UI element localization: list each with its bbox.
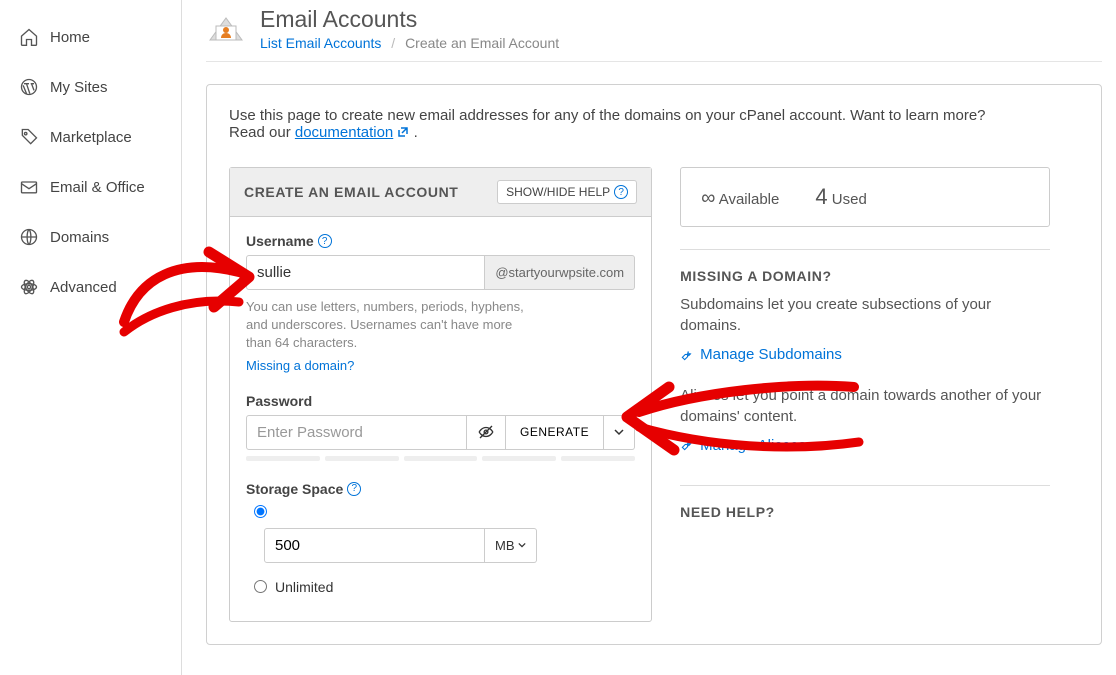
caret-down-icon <box>614 427 624 437</box>
alias-help: Aliases let you point a domain towards a… <box>680 385 1050 427</box>
manage-subdomains-label: Manage Subdomains <box>700 346 842 363</box>
sidebar-item-marketplace[interactable]: Marketplace <box>0 112 181 162</box>
breadcrumb-list-link[interactable]: List Email Accounts <box>260 35 381 51</box>
breadcrumb-current: Create an Email Account <box>405 35 559 51</box>
intro-post: . <box>409 124 417 141</box>
storage-fixed-radio[interactable] <box>254 505 267 518</box>
sidebar-item-label: My Sites <box>50 79 108 96</box>
sidebar-item-home[interactable]: Home <box>0 12 181 62</box>
panel: Use this page to create new email addres… <box>206 84 1102 645</box>
sidebar-item-label: Advanced <box>50 279 117 296</box>
mail-icon <box>18 176 40 198</box>
generate-dropdown-button[interactable] <box>604 415 635 450</box>
page-title: Email Accounts <box>260 6 559 33</box>
manage-subdomains-link[interactable]: Manage Subdomains <box>680 346 842 363</box>
password-strength <box>246 456 635 461</box>
help-icon[interactable]: ? <box>318 234 332 248</box>
sidebar: Home My Sites Marketplace Email & Office… <box>0 0 182 675</box>
domain-addon[interactable]: @startyourwpsite.com <box>485 255 635 290</box>
used-label: Used <box>832 191 867 208</box>
available-label: Available <box>719 191 780 208</box>
card-title: CREATE AN EMAIL ACCOUNT <box>244 184 458 200</box>
sidebar-item-mysites[interactable]: My Sites <box>0 62 181 112</box>
sidebar-item-email[interactable]: Email & Office <box>0 162 181 212</box>
page-header: Email Accounts List Email Accounts / Cre… <box>206 0 1102 62</box>
generate-button[interactable]: GENERATE <box>506 415 604 450</box>
manage-aliases-label: Manage Aliases <box>700 437 806 454</box>
manage-aliases-link[interactable]: Manage Aliases <box>680 437 806 454</box>
atom-icon <box>18 276 40 298</box>
tag-icon <box>18 126 40 148</box>
sidebar-item-label: Home <box>50 29 90 46</box>
external-link-icon <box>397 125 409 137</box>
help-icon[interactable]: ? <box>347 482 361 496</box>
intro-text: Use this page to create new email addres… <box>229 107 1009 141</box>
sidebar-item-label: Domains <box>50 229 109 246</box>
create-account-card: CREATE AN EMAIL ACCOUNT SHOW/HIDE HELP ?… <box>229 167 652 622</box>
wrench-icon <box>680 348 694 362</box>
missing-domain-link[interactable]: Missing a domain? <box>246 358 354 373</box>
used-count: 4 <box>815 184 827 209</box>
caret-down-icon <box>518 541 526 549</box>
storage-unit-select[interactable]: MB <box>485 528 537 563</box>
breadcrumb: List Email Accounts / Create an Email Ac… <box>260 35 559 51</box>
home-icon <box>18 26 40 48</box>
storage-unlimited-radio[interactable] <box>254 580 267 593</box>
subdomain-help: Subdomains let you create subsections of… <box>680 294 1050 336</box>
sidebar-item-domains[interactable]: Domains <box>0 212 181 262</box>
password-label: Password <box>246 393 312 409</box>
username-input[interactable] <box>246 255 485 290</box>
unlimited-label: Unlimited <box>275 579 333 595</box>
sidebar-item-label: Email & Office <box>50 179 145 196</box>
username-label: Username <box>246 233 314 249</box>
show-hide-help-button[interactable]: SHOW/HIDE HELP ? <box>497 180 637 204</box>
storage-value-input[interactable] <box>264 528 485 563</box>
toggle-visibility-button[interactable] <box>467 415 506 450</box>
breadcrumb-sep: / <box>391 35 395 51</box>
email-accounts-icon <box>206 8 246 48</box>
help-toggle-label: SHOW/HIDE HELP <box>506 185 610 199</box>
infinity-icon: ∞ <box>701 187 715 209</box>
globe-icon <box>18 226 40 248</box>
password-input[interactable] <box>246 415 467 450</box>
help-icon: ? <box>614 185 628 199</box>
stats-box: ∞ Available 4 Used <box>680 167 1050 227</box>
sidebar-item-advanced[interactable]: Advanced <box>0 262 181 312</box>
documentation-link[interactable]: documentation <box>295 124 393 141</box>
storage-unit-label: MB <box>495 538 515 553</box>
storage-label: Storage Space <box>246 481 343 497</box>
sidebar-item-label: Marketplace <box>50 129 132 146</box>
wordpress-icon <box>18 76 40 98</box>
need-help-heading: NEED HELP? <box>680 485 1050 520</box>
main-content: Email Accounts List Email Accounts / Cre… <box>182 0 1116 675</box>
missing-domain-heading: MISSING A DOMAIN? <box>680 249 1050 284</box>
username-help: You can use letters, numbers, periods, h… <box>246 298 526 353</box>
eye-slash-icon <box>477 423 495 441</box>
wrench-icon <box>680 438 694 452</box>
